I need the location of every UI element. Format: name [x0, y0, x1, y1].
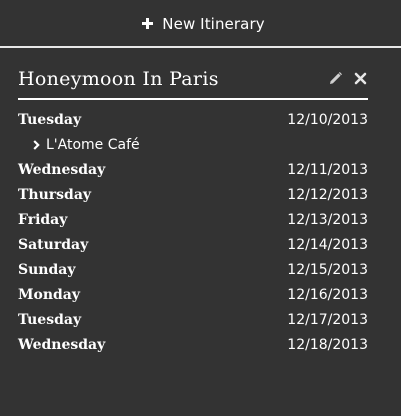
day-row[interactable]: Saturday 12/14/2013: [18, 232, 368, 257]
title-divider: [18, 98, 368, 100]
day-name: Tuesday: [18, 311, 82, 328]
day-date: 12/12/2013: [287, 186, 368, 203]
day-date: 12/13/2013: [287, 211, 368, 228]
day-row[interactable]: Monday 12/16/2013: [18, 282, 368, 307]
itinerary-title: Honeymoon In Paris: [18, 67, 219, 90]
day-name: Wednesday: [18, 161, 106, 178]
pencil-icon[interactable]: [329, 72, 342, 85]
day-date: 12/11/2013: [287, 161, 368, 178]
day-row[interactable]: Wednesday 12/11/2013: [18, 157, 368, 182]
day-name: Tuesday: [18, 111, 82, 128]
day-date: 12/17/2013: [287, 311, 368, 328]
itinerary-panel: Honeymoon In Paris Tuesday 12/10/2013 L'At…: [18, 60, 368, 357]
day-list: Tuesday 12/10/2013 L'Atome Café Wednesday 12…: [18, 107, 368, 357]
new-itinerary-label: New Itinerary: [162, 14, 265, 33]
chevron-right-icon: [33, 139, 40, 150]
itinerary-header: Honeymoon In Paris: [18, 60, 368, 97]
top-bar: New Itinerary: [0, 0, 401, 47]
day-date: 12/16/2013: [287, 286, 368, 303]
new-itinerary-button[interactable]: New Itinerary: [142, 14, 265, 33]
day-name: Monday: [18, 286, 81, 303]
day-name: Wednesday: [18, 336, 106, 353]
day-row[interactable]: Thursday 12/12/2013: [18, 182, 368, 207]
day-date: 12/14/2013: [287, 236, 368, 253]
top-divider: [0, 46, 401, 48]
close-icon[interactable]: [354, 72, 367, 85]
day-name: Friday: [18, 211, 68, 228]
day-row[interactable]: Tuesday 12/17/2013: [18, 307, 368, 332]
day-row[interactable]: Friday 12/13/2013: [18, 207, 368, 232]
day-name: Thursday: [18, 186, 92, 203]
plus-icon: [142, 18, 154, 29]
place-label: L'Atome Café: [46, 136, 140, 153]
day-date: 12/18/2013: [287, 336, 368, 353]
itinerary-actions: [329, 72, 368, 85]
day-row[interactable]: Tuesday 12/10/2013: [18, 107, 368, 132]
day-name: Saturday: [18, 236, 89, 253]
day-row[interactable]: Sunday 12/15/2013: [18, 257, 368, 282]
day-name: Sunday: [18, 261, 76, 278]
day-date: 12/10/2013: [287, 111, 368, 128]
day-date: 12/15/2013: [287, 261, 368, 278]
place-item[interactable]: L'Atome Café: [18, 132, 368, 157]
day-row[interactable]: Wednesday 12/18/2013: [18, 332, 368, 357]
